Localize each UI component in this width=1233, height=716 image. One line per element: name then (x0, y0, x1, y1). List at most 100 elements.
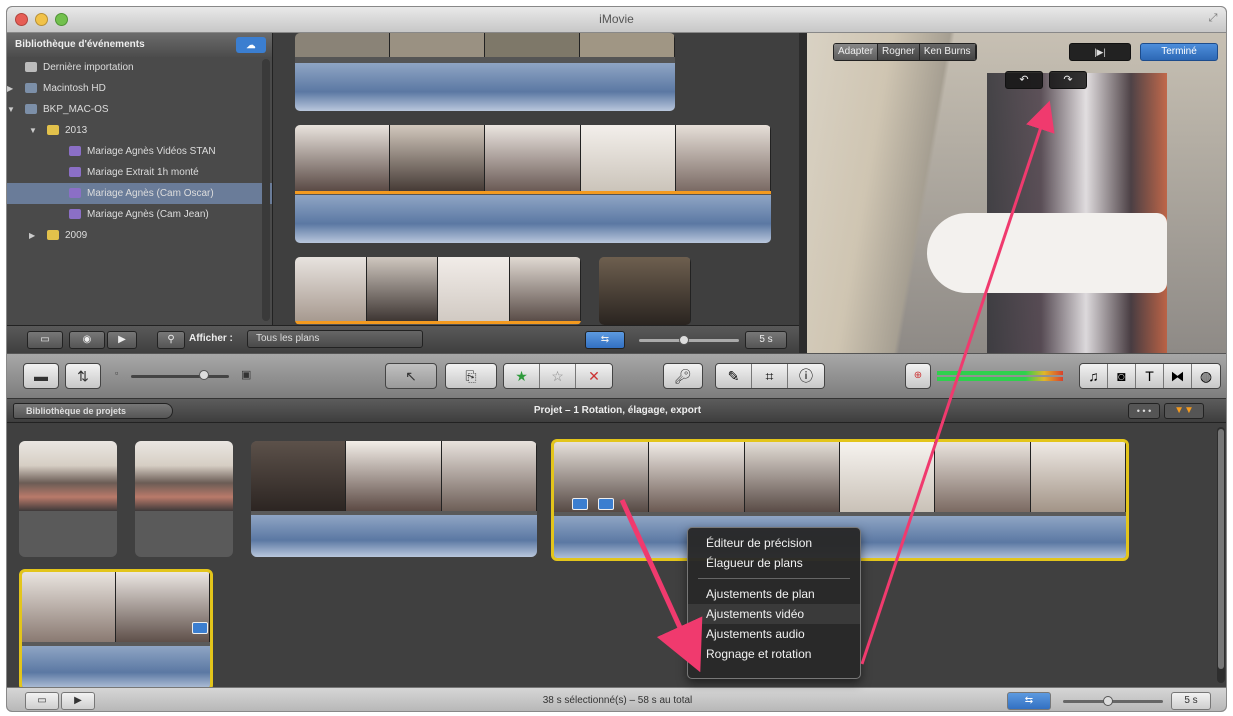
event-tree-label: BKP_MAC-OS (43, 104, 109, 115)
fit-button[interactable]: Adapter (834, 44, 879, 60)
browser-tools: ♫ ◙ T ⧓ ◍ (1079, 363, 1221, 389)
clip-trimmer-item[interactable]: Élagueur de plans (688, 553, 860, 573)
clip-filter-select[interactable]: Tous les plans (247, 330, 423, 348)
event-clip[interactable] (295, 33, 675, 111)
event-zoom-knob[interactable] (679, 335, 689, 345)
clip-adjust-icon[interactable] (192, 622, 208, 634)
info-icon[interactable]: ⓘ (788, 364, 824, 388)
play-button[interactable]: ▶ (107, 331, 137, 349)
ken-burns-button[interactable]: Ken Burns (919, 44, 976, 60)
project-scrollbar-thumb[interactable] (1218, 429, 1224, 669)
voiceover-icon[interactable]: ⊕ (905, 363, 931, 389)
rating-buttons: ★ ☆ ✕ (503, 363, 613, 389)
rotate-left-icon[interactable]: ↶ (1005, 71, 1043, 89)
swap-events-button[interactable]: ⇆ (585, 331, 625, 349)
crop-icon[interactable]: ⌗ (752, 364, 788, 388)
event-tree-label: Mariage Agnès (Cam Oscar) (87, 188, 214, 199)
clip-size-knob[interactable] (199, 370, 209, 380)
project-clip[interactable] (251, 441, 537, 557)
event-browser (273, 33, 799, 325)
event-tree-item[interactable]: Mariage Agnès Vidéos STAN (7, 141, 272, 162)
project-timeline (7, 423, 1226, 691)
crop-button[interactable]: Rogner (878, 44, 920, 60)
event-clip[interactable] (295, 125, 771, 243)
clip-context-menu: Éditeur de précision Élagueur de plans A… (687, 527, 861, 679)
theme-button[interactable]: ▼▼ (1164, 403, 1204, 419)
clip-settings-icon[interactable] (572, 498, 588, 510)
disk-icon (25, 104, 37, 114)
project-clip[interactable] (135, 441, 233, 557)
music-icon[interactable]: ♫ (1080, 364, 1108, 388)
event-tree-item[interactable]: Mariage Extrait 1h monté (7, 162, 272, 183)
event-tree-item[interactable]: ▼ 2013 (7, 120, 272, 141)
fullscreen-icon[interactable]: ⤢ (1206, 12, 1220, 26)
disclosure-triangle-icon[interactable]: ▶ (29, 225, 35, 246)
audio-level-meter (937, 371, 1063, 383)
event-zoom-slider[interactable] (639, 339, 739, 342)
keyword-filter-button[interactable]: ⚲ (157, 331, 185, 349)
photo-icon[interactable]: ◙ (1108, 364, 1136, 388)
rotate-right-icon[interactable]: ↷ (1049, 71, 1087, 89)
project-options-button[interactable]: • • • (1128, 403, 1160, 419)
video-adjustments-item[interactable]: Ajustements vidéo (688, 604, 860, 624)
unmark-icon[interactable]: ☆ (540, 364, 576, 388)
event-tree-item[interactable]: Dernière importation (7, 57, 272, 78)
event-tree-label: 2009 (65, 230, 88, 241)
event-tree-item[interactable]: ▼ BKP_MAC-OS (7, 99, 272, 120)
swap-button[interactable]: ⇅ (65, 363, 101, 389)
viewer: Adapter Rogner Ken Burns |▶| Terminé ↶ ↷ (799, 33, 1226, 353)
viewer-bride (927, 213, 1167, 293)
show-library-button[interactable]: ☁ (236, 37, 266, 53)
crop-mode-control: Adapter Rogner Ken Burns (833, 43, 977, 61)
clip-adjust-icon[interactable] (598, 498, 614, 510)
select-tool-button[interactable]: ↖ (385, 363, 437, 389)
eyedropper-icon[interactable]: ✎ (716, 364, 752, 388)
event-browser-footer: ▭ ◉ ▶ ⚲ Afficher : Tous les plans ⇆ 5 s (7, 325, 799, 353)
event-clip[interactable] (295, 257, 581, 325)
main-toolbar: ▬ ⇅ ▫ ▣ ↖ ⎘ ★ ☆ ✕ 🔑︎ ✎ ⌗ ⓘ ⊕ ♫ ◙ T ⧓ ◍ (7, 353, 1226, 399)
event-tree-item[interactable]: Mariage Agnès (Cam Jean) (7, 204, 272, 225)
disk-icon (25, 83, 37, 93)
selected-project-clip[interactable] (19, 569, 213, 691)
import-icon (25, 62, 37, 72)
project-scrollbar[interactable] (1217, 427, 1225, 683)
favorite-icon[interactable]: ★ (504, 364, 540, 388)
preview-play-button[interactable]: |▶| (1069, 43, 1131, 61)
event-library-header: Bibliothèque d'événements ☁ (7, 33, 272, 57)
disclosure-triangle-icon[interactable]: ▶ (7, 78, 13, 99)
camera-import-button[interactable]: ▬ (23, 363, 59, 389)
add-to-project-button[interactable]: ⎘ (445, 363, 497, 389)
folder-icon (47, 125, 59, 135)
map-icon[interactable]: ◍ (1192, 364, 1220, 388)
precision-editor-item[interactable]: Éditeur de précision (688, 533, 860, 553)
status-bar: ▭ ▶ 38 s sélectionné(s) – 58 s au total … (7, 687, 1226, 711)
view-mode-button[interactable]: ▭ (27, 331, 63, 349)
event-icon (69, 209, 81, 219)
clip-adjustments-item[interactable]: Ajustements de plan (688, 584, 860, 604)
keyword-icon[interactable]: 🔑︎ (663, 363, 703, 389)
event-tree-item[interactable]: Mariage Agnès (Cam Oscar) (7, 183, 272, 204)
title-bar: iMovie ⤢ (7, 7, 1226, 33)
event-tree-item[interactable]: ▶ Macintosh HD (7, 78, 272, 99)
event-clip[interactable] (599, 257, 691, 325)
reject-icon[interactable]: ✕ (576, 364, 612, 388)
event-tree-item[interactable]: ▶ 2009 (7, 225, 272, 246)
project-zoom-slider[interactable] (1063, 700, 1163, 703)
transition-icon[interactable]: ⧓ (1164, 364, 1192, 388)
event-library-title: Bibliothèque d'événements (15, 39, 145, 50)
event-library-scrollbar[interactable] (262, 59, 270, 321)
disclosure-triangle-icon[interactable]: ▼ (7, 99, 15, 120)
project-zoom-value: 5 s (1171, 692, 1211, 710)
project-clip[interactable] (19, 441, 117, 557)
play-fullscreen-button[interactable]: ◉ (69, 331, 105, 349)
done-button[interactable]: Terminé (1140, 43, 1218, 61)
project-zoom-knob[interactable] (1103, 696, 1113, 706)
title-icon[interactable]: T (1136, 364, 1164, 388)
crop-rotate-item[interactable]: Rognage et rotation (688, 644, 860, 664)
clip-size-slider[interactable]: ▫ ▣ (115, 368, 255, 384)
swap-project-button[interactable]: ⇆ (1007, 692, 1051, 710)
disclosure-triangle-icon[interactable]: ▼ (29, 120, 37, 141)
event-tree: Dernière importation ▶ Macintosh HD ▼ BKP_MA… (7, 57, 272, 246)
audio-adjustments-item[interactable]: Ajustements audio (688, 624, 860, 644)
event-zoom-value: 5 s (745, 331, 787, 349)
